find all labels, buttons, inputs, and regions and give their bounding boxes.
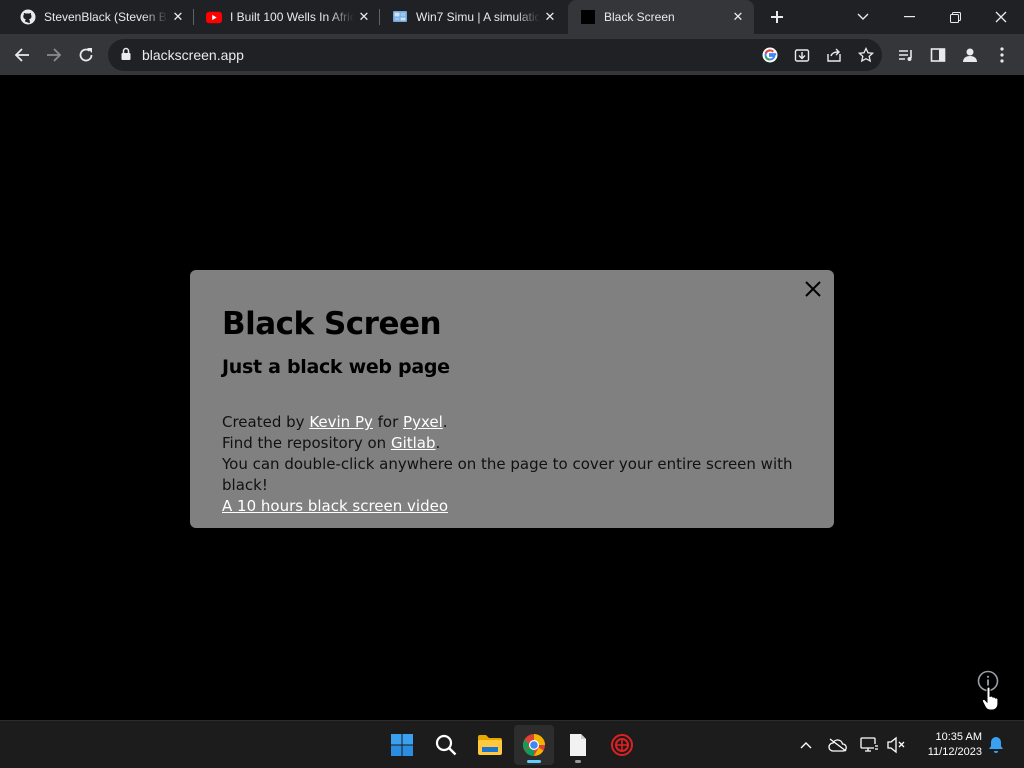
chrome-taskbar-button[interactable] bbox=[514, 725, 554, 765]
google-icon[interactable] bbox=[760, 45, 780, 65]
plus-icon bbox=[771, 11, 783, 23]
tab-close-icon[interactable]: ✕ bbox=[168, 7, 188, 27]
page-content[interactable]: Black Screen Just a black web page Creat… bbox=[0, 76, 1024, 720]
windows-logo-icon bbox=[391, 734, 413, 756]
url-text[interactable]: blackscreen.app bbox=[142, 47, 244, 63]
taskbar: 10:35 AM 11/12/2023 bbox=[0, 720, 1024, 768]
arrow-left-icon bbox=[14, 48, 29, 62]
arrow-right-icon bbox=[47, 48, 62, 62]
tab-title: StevenBlack (Steven Black) bbox=[44, 10, 168, 24]
profile-icon bbox=[963, 48, 977, 62]
folder-icon bbox=[478, 735, 502, 755]
show-hidden-icons-button[interactable] bbox=[796, 735, 816, 755]
dialog-subtitle: Just a black web page bbox=[222, 356, 450, 378]
win7simu-icon bbox=[392, 9, 408, 25]
org-link[interactable]: Pyxel bbox=[403, 413, 443, 431]
author-link[interactable]: Kevin Py bbox=[309, 413, 373, 431]
credits-line: Created by Kevin Py for Pyxel. bbox=[222, 412, 834, 433]
chrome-icon bbox=[523, 734, 545, 756]
document-icon bbox=[570, 734, 586, 756]
search-button[interactable] bbox=[426, 725, 466, 765]
close-icon bbox=[995, 11, 1007, 23]
double-click-hint: You can double-click anywhere on the pag… bbox=[222, 455, 793, 494]
video-line: A 10 hours black screen video bbox=[222, 496, 834, 517]
tab-title: Black Screen bbox=[604, 10, 675, 24]
info-dialog: Black Screen Just a black web page Creat… bbox=[190, 270, 834, 528]
gitlab-link[interactable]: Gitlab bbox=[391, 434, 436, 452]
dialog-body: Created by Kevin Py for Pyxel. Find the … bbox=[222, 412, 834, 517]
forward-button[interactable] bbox=[40, 41, 68, 69]
media-queue-icon bbox=[899, 50, 912, 61]
app-red-button[interactable] bbox=[602, 725, 642, 765]
reload-button[interactable] bbox=[72, 41, 100, 69]
github-icon bbox=[20, 9, 36, 25]
tab-black-screen[interactable]: Black Screen ✕ bbox=[568, 0, 754, 34]
side-panel-icon bbox=[930, 48, 946, 62]
active-indicator bbox=[527, 760, 541, 763]
tab-strip: StevenBlack (Steven Black) ✕ I Built 100… bbox=[0, 0, 1024, 34]
new-tab-button[interactable] bbox=[765, 5, 789, 29]
tab-close-icon[interactable]: ✕ bbox=[354, 7, 374, 27]
share-icon[interactable] bbox=[824, 45, 844, 65]
notepad-button[interactable] bbox=[558, 725, 598, 765]
install-app-icon[interactable] bbox=[792, 45, 812, 65]
restore-button[interactable] bbox=[932, 0, 978, 34]
close-icon bbox=[805, 281, 821, 297]
chevron-down-icon bbox=[857, 13, 869, 20]
tab-title: Win7 Simu | A simulation bbox=[416, 10, 540, 24]
repo-line: Find the repository on Gitlab. bbox=[222, 433, 834, 454]
file-explorer-button[interactable] bbox=[470, 725, 510, 765]
bookmark-star-icon[interactable] bbox=[856, 45, 876, 65]
onedrive-icon[interactable] bbox=[828, 735, 848, 755]
restore-icon bbox=[949, 11, 961, 23]
reading-list-button[interactable] bbox=[892, 41, 920, 69]
tab-youtube[interactable]: I Built 100 Wells In Africa ✕ bbox=[194, 0, 380, 34]
lock-icon[interactable] bbox=[120, 47, 132, 66]
search-icon bbox=[435, 734, 457, 756]
close-window-button[interactable] bbox=[978, 0, 1024, 34]
tab-close-icon[interactable]: ✕ bbox=[728, 7, 748, 27]
minimize-icon bbox=[903, 16, 915, 18]
notifications-icon[interactable] bbox=[986, 735, 1006, 755]
for-text: for bbox=[372, 413, 404, 431]
period: . bbox=[435, 434, 441, 452]
running-indicator bbox=[575, 760, 581, 763]
youtube-icon bbox=[206, 9, 222, 25]
address-bar[interactable]: blackscreen.app bbox=[108, 39, 882, 71]
dialog-title: Black Screen bbox=[222, 306, 442, 342]
credits-prefix: Created by bbox=[222, 413, 310, 431]
start-button[interactable] bbox=[382, 725, 422, 765]
repo-prefix: Find the repository on bbox=[222, 434, 391, 452]
network-icon[interactable] bbox=[860, 735, 880, 755]
menu-button[interactable] bbox=[988, 41, 1016, 69]
profile-button[interactable] bbox=[956, 41, 984, 69]
tab-github[interactable]: StevenBlack (Steven Black) ✕ bbox=[8, 0, 194, 34]
minimize-button[interactable] bbox=[886, 0, 932, 34]
chevron-up-icon bbox=[800, 742, 812, 749]
video-link[interactable]: A 10 hours black screen video bbox=[222, 497, 448, 515]
tab-win7simu[interactable]: Win7 Simu | A simulation ✕ bbox=[380, 0, 566, 34]
black-square-icon bbox=[580, 9, 596, 25]
period: . bbox=[442, 413, 448, 431]
reload-icon bbox=[79, 48, 93, 62]
tab-title: I Built 100 Wells In Africa bbox=[230, 10, 354, 24]
browser-toolbar: blackscreen.app bbox=[0, 34, 1024, 76]
tab-search-button[interactable] bbox=[840, 0, 886, 34]
back-button[interactable] bbox=[8, 41, 36, 69]
red-app-icon bbox=[611, 734, 633, 756]
kebab-menu-icon bbox=[1000, 47, 1004, 63]
side-panel-button[interactable] bbox=[924, 41, 952, 69]
tab-close-icon[interactable]: ✕ bbox=[540, 7, 560, 27]
volume-muted-icon[interactable] bbox=[886, 735, 906, 755]
close-dialog-button[interactable] bbox=[802, 278, 824, 300]
hand-cursor-icon bbox=[981, 686, 1001, 712]
